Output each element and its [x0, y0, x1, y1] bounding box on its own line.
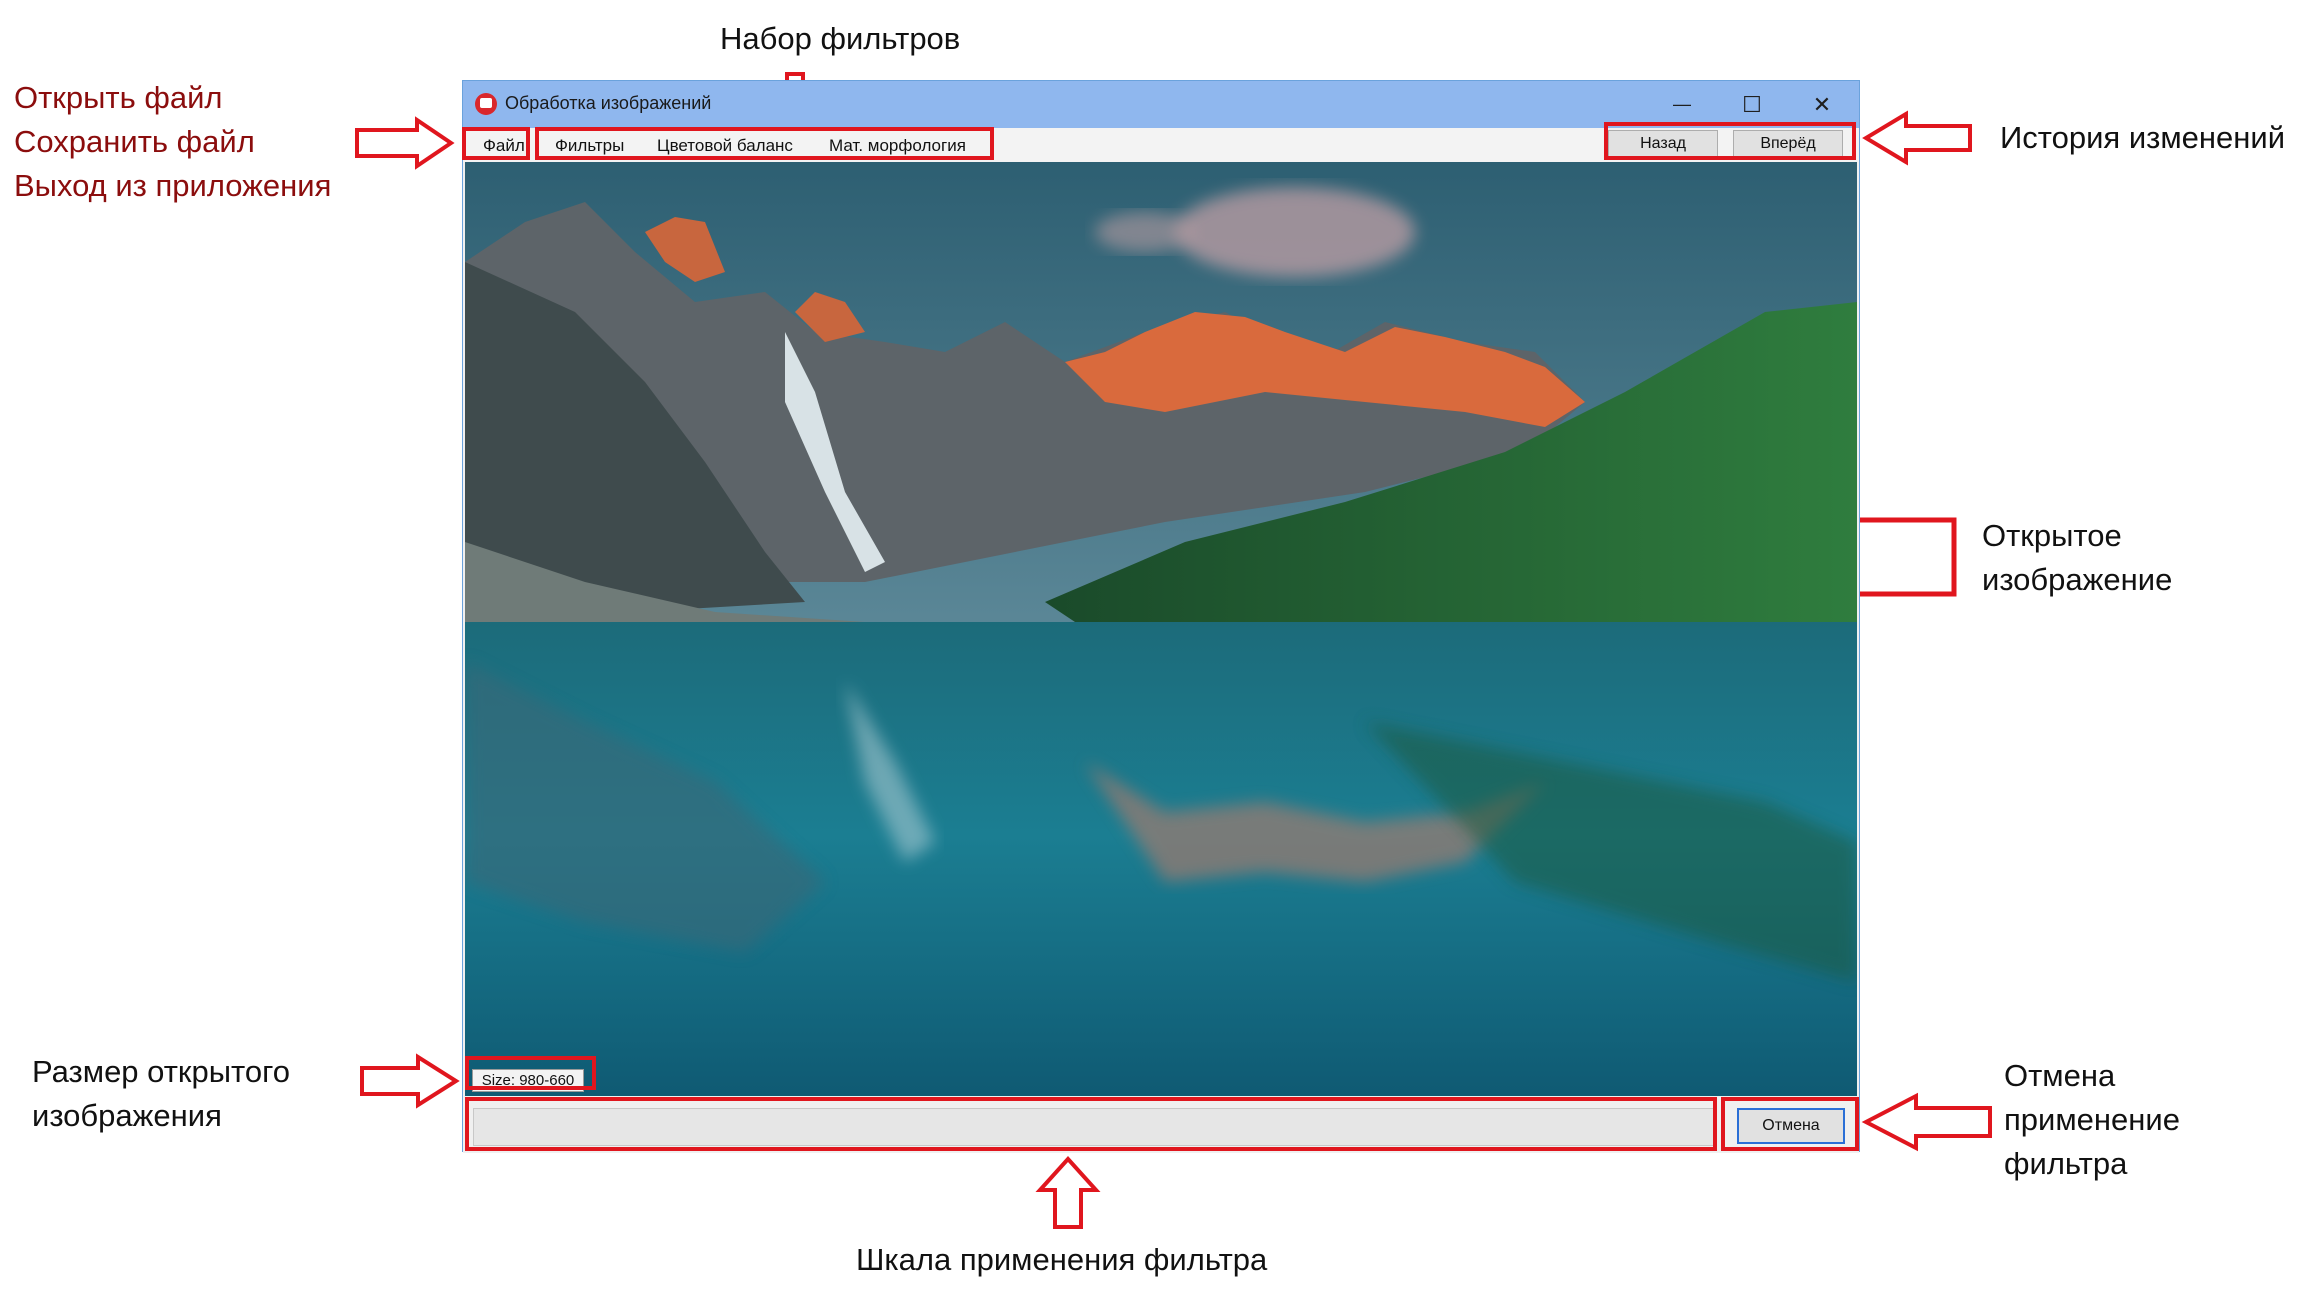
annotation-opened-image-line2: изображение	[1982, 562, 2173, 597]
highlight-file-menu	[462, 127, 530, 160]
close-icon[interactable]: ✕	[1787, 81, 1857, 128]
window-title: Обработка изображений	[505, 93, 712, 113]
maximize-icon[interactable]: ☐	[1717, 81, 1787, 128]
annotation-open-file: Открыть файл	[14, 80, 223, 115]
annotation-filter-set: Набор фильтров	[720, 21, 961, 56]
title-bar: Обработка изображений — ☐ ✕	[463, 81, 1859, 128]
arrow-to-history	[1862, 110, 1972, 166]
app-icon	[475, 93, 497, 115]
highlight-size-label	[465, 1056, 596, 1090]
annotation-cancel-line3: фильтра	[2004, 1146, 2128, 1181]
highlight-history-buttons	[1604, 122, 1856, 160]
arrow-to-cancel-button	[1861, 1092, 1992, 1152]
highlight-filter-menus	[535, 127, 994, 160]
annotation-filter-scale: Шкала применения фильтра	[856, 1242, 1268, 1277]
arrow-to-filter-scale	[1035, 1156, 1101, 1229]
annotation-cancel-line1: Отмена	[2004, 1058, 2116, 1093]
annotation-save-file: Сохранить файл	[14, 124, 255, 159]
highlight-filter-scale	[465, 1097, 1717, 1151]
annotation-opened-image-line1: Открытое	[1982, 518, 2122, 553]
annotation-image-size-line2: изображения	[32, 1098, 222, 1133]
app-window: Обработка изображений — ☐ ✕ Файл Фильтры…	[462, 80, 1860, 1153]
arrow-to-file-menu	[355, 116, 455, 170]
annotation-cancel-line2: применение	[2004, 1102, 2180, 1137]
opened-image	[465, 162, 1857, 1096]
annotation-image-size-line1: Размер открытого	[32, 1054, 290, 1089]
highlight-cancel-button	[1721, 1097, 1859, 1151]
annotation-history: История изменений	[2000, 120, 2286, 155]
minimize-icon[interactable]: —	[1647, 81, 1717, 128]
arrow-to-size-label	[360, 1053, 460, 1109]
annotation-exit-app: Выход из приложения	[14, 168, 332, 203]
